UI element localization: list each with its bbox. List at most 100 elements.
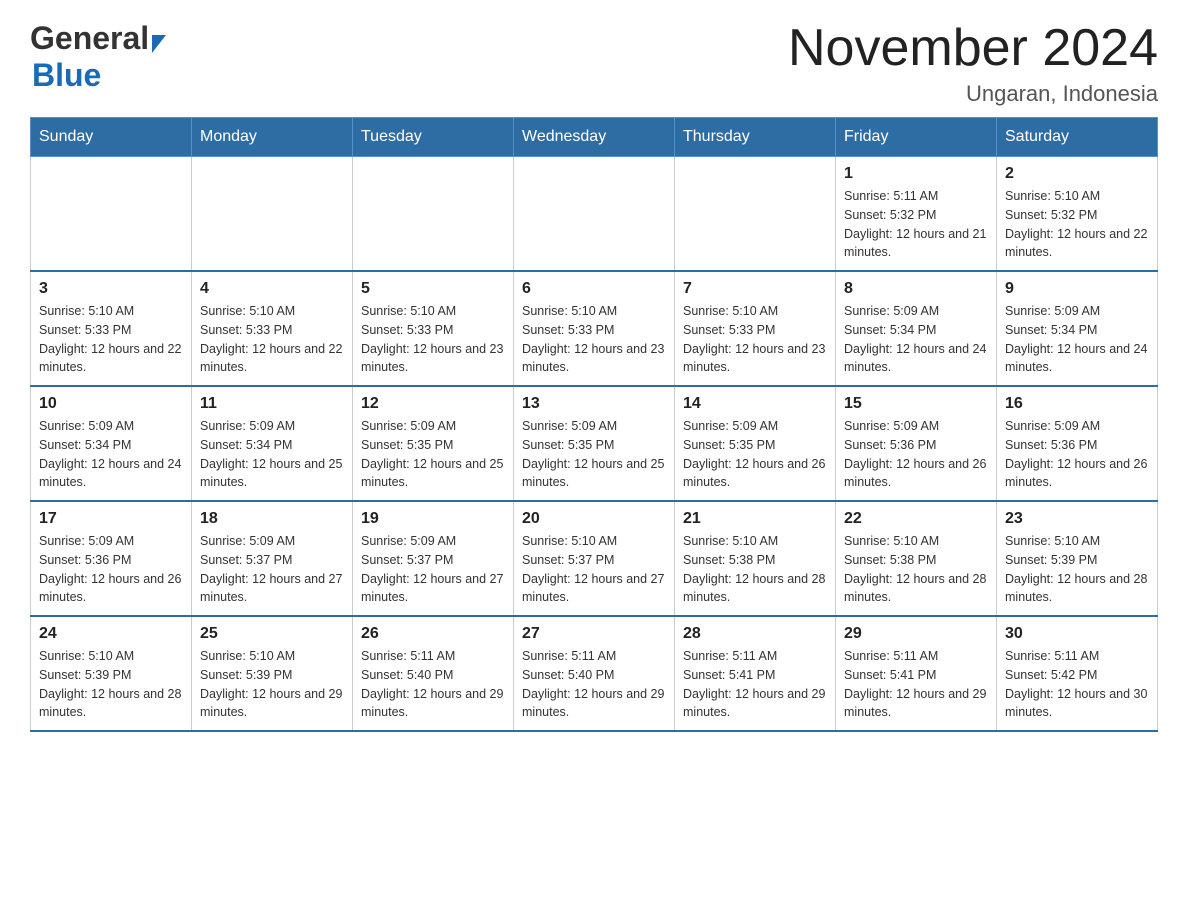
calendar-week-row: 3 Sunrise: 5:10 AM Sunset: 5:33 PM Daylig… — [31, 271, 1158, 386]
calendar-cell: 12 Sunrise: 5:09 AM Sunset: 5:35 PM Dayli… — [353, 386, 514, 501]
day-info: Sunrise: 5:09 AM Sunset: 5:34 PM Dayligh… — [200, 417, 344, 492]
logo: General Blue — [30, 20, 166, 94]
day-info: Sunrise: 5:10 AM Sunset: 5:38 PM Dayligh… — [844, 532, 988, 607]
day-number: 2 — [1005, 165, 1149, 183]
day-info: Sunrise: 5:10 AM Sunset: 5:33 PM Dayligh… — [200, 302, 344, 377]
col-header-monday: Monday — [192, 118, 353, 157]
day-info: Sunrise: 5:11 AM Sunset: 5:42 PM Dayligh… — [1005, 647, 1149, 722]
calendar-cell: 16 Sunrise: 5:09 AM Sunset: 5:36 PM Dayli… — [997, 386, 1158, 501]
day-number: 24 — [39, 625, 183, 643]
day-info: Sunrise: 5:09 AM Sunset: 5:36 PM Dayligh… — [1005, 417, 1149, 492]
calendar-cell: 22 Sunrise: 5:10 AM Sunset: 5:38 PM Dayli… — [836, 501, 997, 616]
calendar-cell: 21 Sunrise: 5:10 AM Sunset: 5:38 PM Dayli… — [675, 501, 836, 616]
calendar-week-row: 10 Sunrise: 5:09 AM Sunset: 5:34 PM Dayli… — [31, 386, 1158, 501]
calendar-cell: 28 Sunrise: 5:11 AM Sunset: 5:41 PM Dayli… — [675, 616, 836, 731]
day-number: 13 — [522, 395, 666, 413]
col-header-tuesday: Tuesday — [353, 118, 514, 157]
day-number: 19 — [361, 510, 505, 528]
day-number: 30 — [1005, 625, 1149, 643]
day-number: 22 — [844, 510, 988, 528]
calendar-week-row: 1Sunrise: 5:11 AM Sunset: 5:32 PM Daylig… — [31, 157, 1158, 272]
day-number: 21 — [683, 510, 827, 528]
col-header-sunday: Sunday — [31, 118, 192, 157]
day-info: Sunrise: 5:11 AM Sunset: 5:40 PM Dayligh… — [522, 647, 666, 722]
day-number: 5 — [361, 280, 505, 298]
day-number: 25 — [200, 625, 344, 643]
day-number: 11 — [200, 395, 344, 413]
day-info: Sunrise: 5:10 AM Sunset: 5:33 PM Dayligh… — [361, 302, 505, 377]
calendar-cell: 5 Sunrise: 5:10 AM Sunset: 5:33 PM Daylig… — [353, 271, 514, 386]
calendar-cell: 14Sunrise: 5:09 AM Sunset: 5:35 PM Dayli… — [675, 386, 836, 501]
day-info: Sunrise: 5:09 AM Sunset: 5:34 PM Dayligh… — [844, 302, 988, 377]
day-info: Sunrise: 5:11 AM Sunset: 5:40 PM Dayligh… — [361, 647, 505, 722]
day-info: Sunrise: 5:10 AM Sunset: 5:33 PM Dayligh… — [39, 302, 183, 377]
day-info: Sunrise: 5:09 AM Sunset: 5:34 PM Dayligh… — [1005, 302, 1149, 377]
day-info: Sunrise: 5:10 AM Sunset: 5:39 PM Dayligh… — [39, 647, 183, 722]
day-number: 26 — [361, 625, 505, 643]
day-number: 6 — [522, 280, 666, 298]
col-header-thursday: Thursday — [675, 118, 836, 157]
day-number: 27 — [522, 625, 666, 643]
day-info: Sunrise: 5:09 AM Sunset: 5:36 PM Dayligh… — [39, 532, 183, 607]
day-info: Sunrise: 5:10 AM Sunset: 5:33 PM Dayligh… — [683, 302, 827, 377]
day-info: Sunrise: 5:10 AM Sunset: 5:33 PM Dayligh… — [522, 302, 666, 377]
day-number: 4 — [200, 280, 344, 298]
calendar-cell — [353, 157, 514, 272]
day-number: 10 — [39, 395, 183, 413]
day-number: 12 — [361, 395, 505, 413]
day-number: 18 — [200, 510, 344, 528]
calendar-cell: 26 Sunrise: 5:11 AM Sunset: 5:40 PM Dayli… — [353, 616, 514, 731]
day-info: Sunrise: 5:10 AM Sunset: 5:37 PM Dayligh… — [522, 532, 666, 607]
calendar-cell: 1Sunrise: 5:11 AM Sunset: 5:32 PM Daylig… — [836, 157, 997, 272]
col-header-saturday: Saturday — [997, 118, 1158, 157]
day-info: Sunrise: 5:09 AM Sunset: 5:36 PM Dayligh… — [844, 417, 988, 492]
calendar-cell: 18 Sunrise: 5:09 AM Sunset: 5:37 PM Dayli… — [192, 501, 353, 616]
day-number: 17 — [39, 510, 183, 528]
title-block: November 2024 Ungaran, Indonesia — [788, 20, 1158, 107]
calendar-cell: 3 Sunrise: 5:10 AM Sunset: 5:33 PM Daylig… — [31, 271, 192, 386]
logo-general-text: General — [30, 20, 149, 57]
calendar-cell: 23Sunrise: 5:10 AM Sunset: 5:39 PM Dayli… — [997, 501, 1158, 616]
day-info: Sunrise: 5:09 AM Sunset: 5:35 PM Dayligh… — [522, 417, 666, 492]
calendar-cell: 30 Sunrise: 5:11 AM Sunset: 5:42 PM Dayli… — [997, 616, 1158, 731]
calendar-cell — [31, 157, 192, 272]
calendar-cell: 27 Sunrise: 5:11 AM Sunset: 5:40 PM Dayli… — [514, 616, 675, 731]
day-number: 29 — [844, 625, 988, 643]
calendar-cell: 2 Sunrise: 5:10 AM Sunset: 5:32 PM Daylig… — [997, 157, 1158, 272]
day-info: Sunrise: 5:09 AM Sunset: 5:34 PM Dayligh… — [39, 417, 183, 492]
calendar-cell: 4 Sunrise: 5:10 AM Sunset: 5:33 PM Daylig… — [192, 271, 353, 386]
day-info: Sunrise: 5:10 AM Sunset: 5:38 PM Dayligh… — [683, 532, 827, 607]
day-number: 3 — [39, 280, 183, 298]
day-number: 23 — [1005, 510, 1149, 528]
calendar-cell: 15Sunrise: 5:09 AM Sunset: 5:36 PM Dayli… — [836, 386, 997, 501]
calendar-cell: 9 Sunrise: 5:09 AM Sunset: 5:34 PM Daylig… — [997, 271, 1158, 386]
calendar-cell — [675, 157, 836, 272]
col-header-friday: Friday — [836, 118, 997, 157]
calendar-cell: 13 Sunrise: 5:09 AM Sunset: 5:35 PM Dayli… — [514, 386, 675, 501]
calendar-cell: 19Sunrise: 5:09 AM Sunset: 5:37 PM Dayli… — [353, 501, 514, 616]
day-number: 8 — [844, 280, 988, 298]
day-number: 20 — [522, 510, 666, 528]
day-info: Sunrise: 5:11 AM Sunset: 5:41 PM Dayligh… — [844, 647, 988, 722]
day-info: Sunrise: 5:10 AM Sunset: 5:32 PM Dayligh… — [1005, 187, 1149, 262]
calendar-title: November 2024 — [788, 20, 1158, 77]
day-info: Sunrise: 5:09 AM Sunset: 5:35 PM Dayligh… — [683, 417, 827, 492]
day-info: Sunrise: 5:09 AM Sunset: 5:35 PM Dayligh… — [361, 417, 505, 492]
calendar-cell: 20 Sunrise: 5:10 AM Sunset: 5:37 PM Dayli… — [514, 501, 675, 616]
calendar-cell: 8 Sunrise: 5:09 AM Sunset: 5:34 PM Daylig… — [836, 271, 997, 386]
calendar-table: SundayMondayTuesdayWednesdayThursdayFrid… — [30, 117, 1158, 732]
calendar-week-row: 17 Sunrise: 5:09 AM Sunset: 5:36 PM Dayli… — [31, 501, 1158, 616]
day-info: Sunrise: 5:09 AM Sunset: 5:37 PM Dayligh… — [200, 532, 344, 607]
calendar-cell: 11 Sunrise: 5:09 AM Sunset: 5:34 PM Dayli… — [192, 386, 353, 501]
calendar-cell — [192, 157, 353, 272]
calendar-cell: 25Sunrise: 5:10 AM Sunset: 5:39 PM Dayli… — [192, 616, 353, 731]
day-number: 16 — [1005, 395, 1149, 413]
calendar-cell: 7Sunrise: 5:10 AM Sunset: 5:33 PM Daylig… — [675, 271, 836, 386]
day-number: 9 — [1005, 280, 1149, 298]
calendar-cell: 6 Sunrise: 5:10 AM Sunset: 5:33 PM Daylig… — [514, 271, 675, 386]
day-number: 28 — [683, 625, 827, 643]
calendar-location: Ungaran, Indonesia — [788, 81, 1158, 107]
col-header-wednesday: Wednesday — [514, 118, 675, 157]
day-number: 1 — [844, 165, 988, 183]
day-info: Sunrise: 5:11 AM Sunset: 5:41 PM Dayligh… — [683, 647, 827, 722]
